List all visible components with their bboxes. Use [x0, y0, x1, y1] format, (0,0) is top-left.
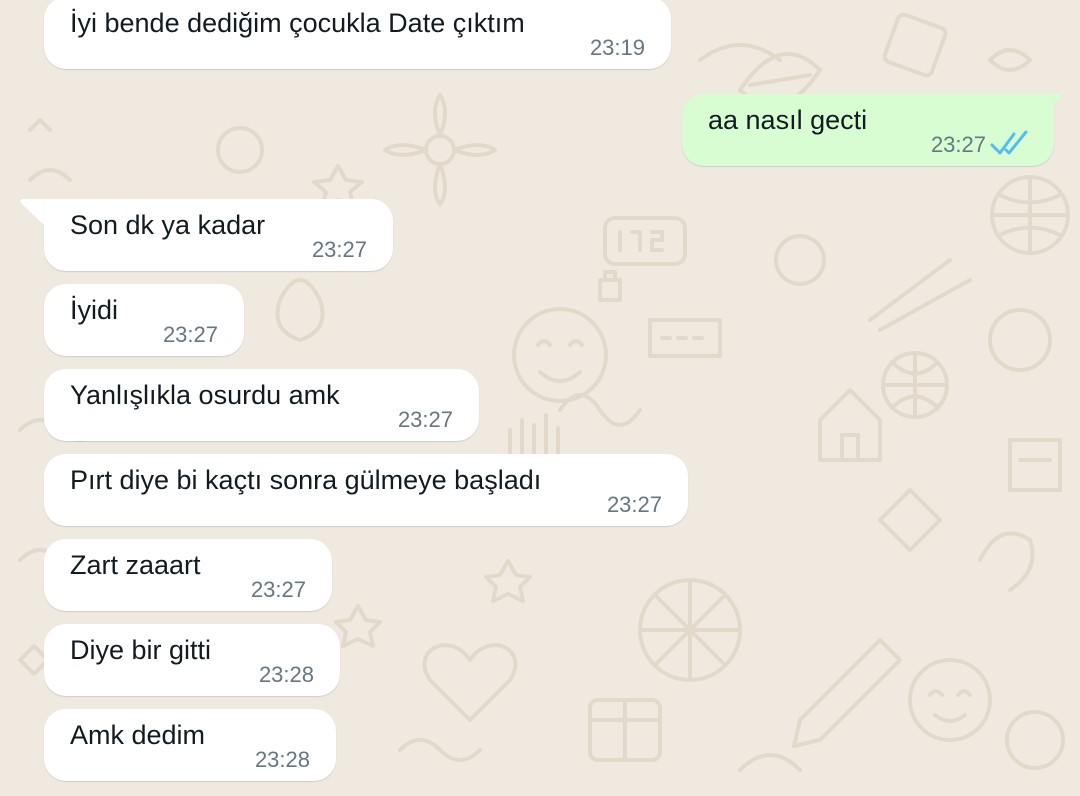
incoming-message[interactable]: Pırt diye bi kaçtı sonra gülmeye başladı… — [44, 454, 688, 526]
message-text: İyi bende dediğim çocukla Date çıktım — [70, 8, 525, 38]
message-timestamp: 23:28 — [258, 662, 314, 687]
message-timestamp: 23:28 — [254, 747, 310, 772]
outgoing-message[interactable]: aa nasıl gecti 23:27 — [682, 94, 1054, 166]
incoming-message[interactable]: Diye bir gitti 23:28 — [44, 624, 340, 696]
message-text: Zart zaaart — [70, 550, 201, 580]
message-timestamp: 23:27 — [311, 237, 367, 262]
message-text: Pırt diye bi kaçtı sonra gülmeye başladı — [70, 465, 542, 495]
message-timestamp: 23:27 — [397, 407, 453, 432]
message-text: aa nasıl gecti — [708, 105, 868, 135]
globe-doodle-icon — [990, 175, 1070, 255]
message-text: Yanlışlıkla osurdu amk — [70, 380, 340, 410]
wheel-doodle-icon — [638, 578, 742, 682]
message-timestamp: 23:27 — [162, 322, 218, 347]
message-text: İyidi — [70, 295, 119, 325]
message-text: Son dk ya kadar — [70, 210, 266, 240]
message-timestamp: 23:27 — [930, 132, 986, 157]
incoming-message[interactable]: Amk dedim 23:28 — [44, 709, 336, 781]
message-text: Amk dedim — [70, 720, 206, 750]
incoming-message[interactable]: Zart zaaart 23:27 — [44, 539, 332, 611]
incoming-message[interactable]: Yanlışlıkla osurdu amk 23:27 — [44, 369, 479, 441]
message-timestamp: 23:19 — [589, 35, 645, 60]
double-check-icon — [990, 130, 1028, 155]
incoming-bubble-tail — [20, 199, 46, 227]
incoming-message[interactable]: İyidi 23:27 — [44, 284, 244, 356]
message-timestamp: 23:27 — [606, 492, 662, 517]
incoming-message[interactable]: İyi bende dediğim çocukla Date çıktım 23… — [44, 0, 671, 69]
ball-doodle-icon — [881, 351, 949, 419]
message-timestamp: 23:27 — [250, 577, 306, 602]
incoming-message[interactable]: Son dk ya kadar 23:27 — [44, 199, 393, 271]
message-text: Diye bir gitti — [70, 635, 212, 665]
